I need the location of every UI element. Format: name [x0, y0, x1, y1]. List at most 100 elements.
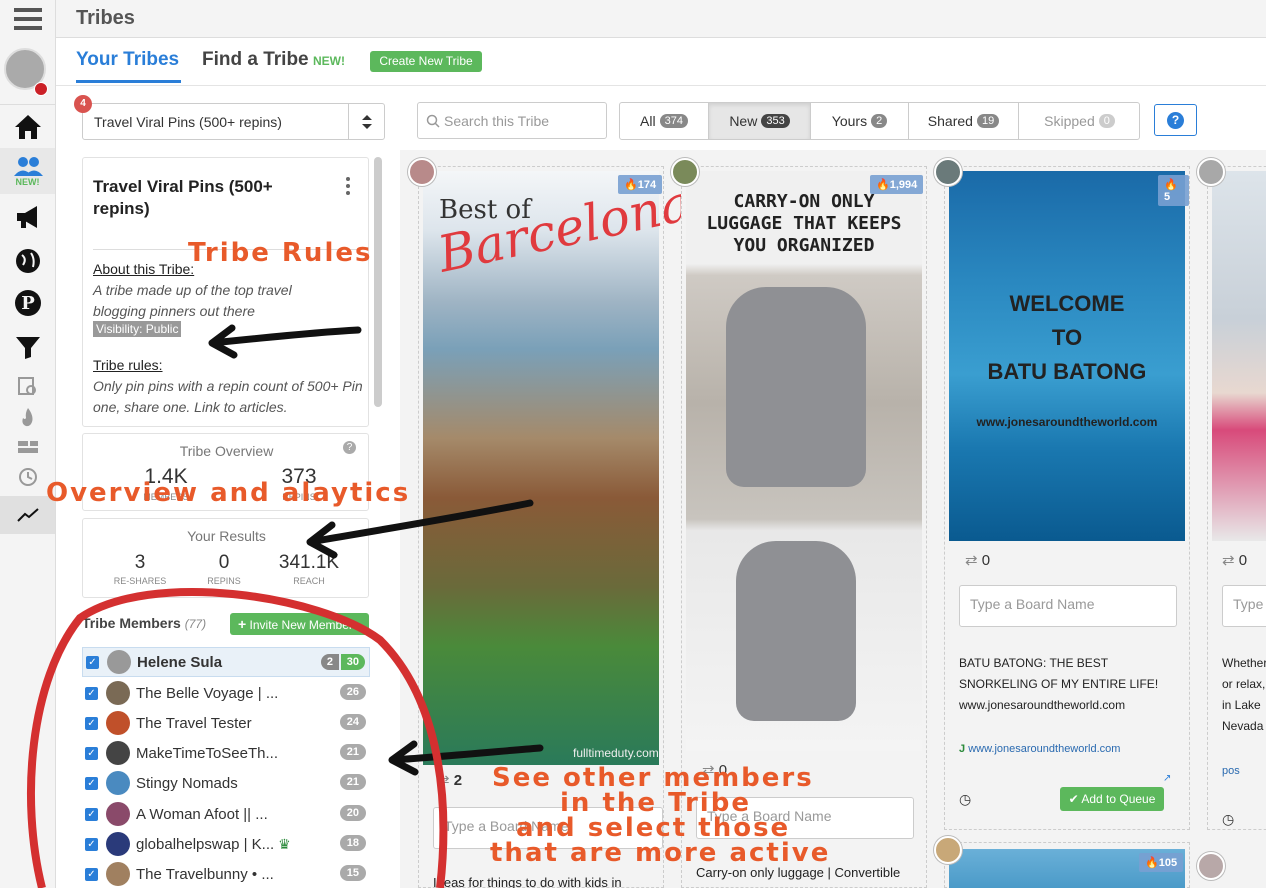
fire-icon: 🔥 [1145, 857, 1159, 869]
member-row[interactable]: ✓ Stingy Nomads 21 [82, 768, 370, 798]
avatar [106, 681, 130, 705]
search-input[interactable]: Search this Tribe [417, 102, 607, 139]
filter-new[interactable]: New 353 [709, 103, 811, 139]
board-input[interactable]: Type [1222, 585, 1266, 627]
tab-find-tribe[interactable]: Find a Tribe [202, 49, 309, 71]
filter-all[interactable]: All 374 [620, 103, 709, 139]
backpack-image [726, 287, 866, 487]
filter-yours[interactable]: Yours 2 [811, 103, 909, 139]
crown-icon: ♛ [278, 835, 291, 852]
search-placeholder: Search this Tribe [444, 113, 550, 129]
checkbox[interactable]: ✓ [85, 807, 98, 821]
plus-icon: + [238, 616, 247, 632]
fire-icon: 🔥 [624, 179, 638, 191]
member-row[interactable]: ✓ Helene Sula 2 30 [82, 647, 370, 677]
repin-count-badge: 🔥5 [1158, 175, 1189, 206]
rules-text: Only pin pins with a repin count of 500+… [93, 378, 363, 415]
checkbox[interactable]: ✓ [85, 746, 98, 760]
members-title: Tribe Members (77) [82, 615, 207, 631]
filter-count: 2 [871, 114, 888, 128]
pin-image[interactable] [1212, 171, 1266, 541]
create-tribe-button[interactable]: Create New Tribe [370, 51, 482, 72]
avatar [106, 862, 130, 886]
tabs-divider [56, 85, 1266, 86]
megaphone-icon[interactable] [0, 198, 55, 236]
results-card: Your Results 3 RE-SHARES 0 REPINS 341.1K… [82, 518, 369, 598]
checkbox[interactable]: ✓ [85, 867, 98, 881]
reach-label: REACH [293, 576, 325, 586]
source-icon: J [959, 743, 969, 755]
avatar [106, 771, 130, 795]
pin-avatar[interactable] [934, 836, 962, 864]
your-repins-label: REPINS [207, 576, 241, 586]
pin-avatar[interactable] [1197, 158, 1225, 186]
fire-icon: 🔥 [876, 179, 890, 191]
filter-skipped[interactable]: Skipped 0 [1019, 103, 1139, 139]
add-to-queue-button[interactable]: ✔ Add to Queue [1060, 787, 1164, 811]
funnel-icon[interactable] [0, 328, 55, 366]
avatar [106, 711, 130, 735]
reshare-count: ⇄ 0 [1222, 552, 1248, 569]
checkbox[interactable]: ✓ [85, 686, 98, 700]
board-input[interactable]: Type a Board Name [959, 585, 1177, 627]
pin-avatar[interactable] [934, 158, 962, 186]
pin-avatar[interactable] [671, 158, 699, 186]
clock-icon[interactable]: ◷ [1222, 811, 1234, 828]
tribes-nav-icon[interactable]: NEW! [0, 148, 55, 194]
pin-avatar[interactable] [408, 158, 436, 186]
pin-image[interactable]: CARRY-ON ONLY LUGGAGE THAT KEEPS YOU ORG… [686, 171, 922, 751]
member-row[interactable]: ✓ MakeTimeToSeeTh... 21 [82, 738, 370, 768]
pin-description: Ideas for things to do with kids in [433, 875, 622, 888]
home-icon[interactable] [0, 108, 55, 146]
checkbox[interactable]: ✓ [85, 837, 98, 851]
backpack-image [736, 541, 856, 721]
about-text: A tribe made up of the top travel bloggi… [93, 282, 292, 319]
your-repins-count: 0 [218, 552, 230, 573]
repin-count-badge: 🔥105 [1139, 853, 1184, 872]
reshare-count: ⇄ 2 [437, 772, 463, 789]
tribe-title: Travel Viral Pins (500+ repins) [93, 177, 273, 218]
reach-count: 341.1K [278, 552, 340, 573]
reshare-count: ⇄ 0 [965, 552, 991, 569]
pin-link[interactable]: pos [1222, 765, 1240, 777]
repin-count-badge: 🔥174 [618, 175, 663, 194]
checkbox[interactable]: ✓ [85, 776, 98, 790]
clock-icon[interactable]: ◷ [959, 791, 971, 808]
notification-count: 4 [74, 95, 92, 113]
member-row[interactable]: ✓ The Belle Voyage | ... 26 [82, 678, 370, 708]
pin-image[interactable]: WELCOME TO BATU BATONG www.jonesaroundth… [949, 171, 1185, 541]
info-icon[interactable]: ? [343, 441, 356, 454]
avatar [106, 832, 130, 856]
filter-count: 353 [761, 114, 790, 128]
pinterest-icon[interactable]: P [0, 284, 55, 322]
help-button[interactable]: ? [1154, 104, 1197, 136]
tribe-select[interactable]: Travel Viral Pins (500+ repins) [82, 103, 385, 140]
reshare-icon: ⇄ [437, 772, 454, 789]
more-vert-icon[interactable] [345, 176, 351, 196]
pin-link[interactable]: J www.jonesaroundtheworld.com [959, 743, 1120, 755]
tab-your-tribes[interactable]: Your Tribes [76, 49, 179, 71]
pin-avatar[interactable] [1197, 852, 1225, 880]
tribe-select-value: Travel Viral Pins (500+ repins) [94, 114, 282, 130]
checkbox[interactable]: ✓ [85, 716, 98, 730]
member-row[interactable]: ✓ A Woman Afoot || ... 20 [82, 799, 370, 829]
member-row[interactable]: ✓ The Travel Tester 24 [82, 708, 370, 738]
filter-shared[interactable]: Shared 19 [909, 103, 1019, 139]
hamburger-icon[interactable] [0, 0, 55, 38]
pin-description: Whether or relax, in Lake Nevada [1222, 656, 1266, 733]
filter-count: 19 [976, 114, 1000, 128]
members-count-label: (77) [184, 617, 207, 631]
avatar [107, 650, 131, 674]
page-title: Tribes [76, 7, 135, 29]
globe-icon[interactable] [0, 242, 55, 280]
reshares-label: RE-SHARES [113, 576, 167, 586]
external-link-icon[interactable]: ↗ [1163, 773, 1171, 784]
member-row[interactable]: ✓ The Travelbunny • ... 15 [82, 859, 370, 888]
checkbox[interactable]: ✓ [86, 655, 99, 669]
filter-group: All 374 New 353 Yours 2 Shared 19 Skipped 0 [619, 102, 1140, 140]
pin-image[interactable]: Best of Barcelona fulltimeduty.com [423, 171, 696, 765]
invite-member-button[interactable]: + Invite New Member [230, 613, 369, 635]
check-icon: ✔ [1068, 792, 1082, 806]
member-row[interactable]: ✓ globalhelpswap | K... ♛ 18 [82, 829, 370, 859]
scrollbar[interactable] [374, 157, 382, 407]
